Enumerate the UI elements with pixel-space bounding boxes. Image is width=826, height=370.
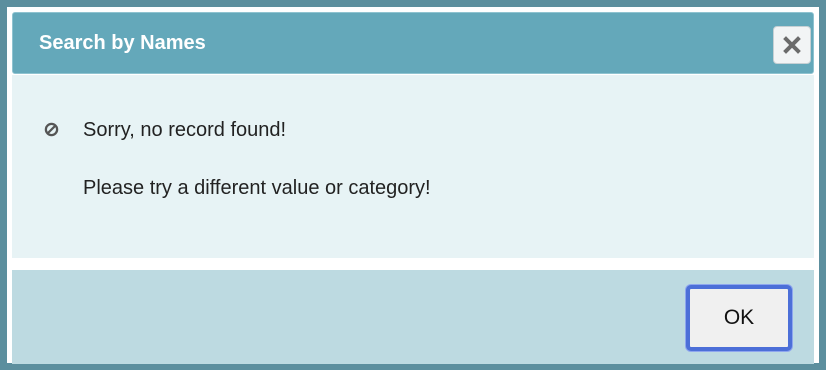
dialog-footer: OK: [12, 270, 814, 364]
close-button[interactable]: [773, 26, 811, 64]
search-results-dialog: Search by Names Sorry, no record found! …: [0, 0, 826, 370]
no-entry-icon: [44, 122, 59, 137]
close-x-icon: [783, 36, 801, 54]
dialog-content: Sorry, no record found! Please try a dif…: [12, 75, 814, 258]
try-different-message: Please try a different value or category…: [83, 177, 431, 199]
ok-button[interactable]: OK: [686, 285, 792, 351]
dialog-titlebar: Search by Names: [12, 12, 814, 74]
dialog-title: Search by Names: [39, 32, 206, 54]
no-record-message: Sorry, no record found!: [83, 119, 287, 141]
